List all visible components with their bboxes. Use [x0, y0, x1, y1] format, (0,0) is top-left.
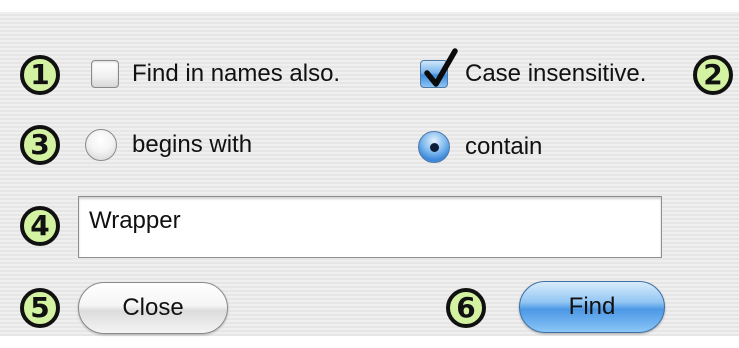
- contain-radio[interactable]: [418, 131, 450, 163]
- close-button-label: Close: [122, 294, 184, 321]
- callout-6: 6: [446, 288, 486, 328]
- search-input-value: Wrapper: [89, 207, 181, 234]
- find-button-label: Find: [568, 293, 616, 320]
- callout-2: 2: [693, 55, 733, 95]
- find-dialog: 1 Find in names also. Case insensitive. …: [0, 0, 739, 348]
- contain-label: contain: [465, 133, 543, 160]
- case-insensitive-checkbox[interactable]: [420, 48, 458, 88]
- search-input[interactable]: Wrapper: [78, 196, 662, 258]
- callout-3: 3: [20, 125, 60, 165]
- find-button[interactable]: Find: [519, 281, 665, 333]
- callout-4: 4: [20, 206, 60, 246]
- callout-1: 1: [20, 55, 60, 95]
- begins-with-radio[interactable]: [85, 129, 117, 161]
- case-insensitive-label: Case insensitive.: [465, 60, 647, 87]
- find-in-names-label: Find in names also.: [132, 60, 341, 87]
- checkmark-icon: [424, 48, 458, 87]
- begins-with-label: begins with: [132, 131, 253, 158]
- close-button[interactable]: Close: [78, 282, 228, 334]
- find-in-names-checkbox[interactable]: [91, 60, 119, 88]
- callout-5: 5: [20, 288, 60, 328]
- radio-selected-dot: [429, 142, 439, 152]
